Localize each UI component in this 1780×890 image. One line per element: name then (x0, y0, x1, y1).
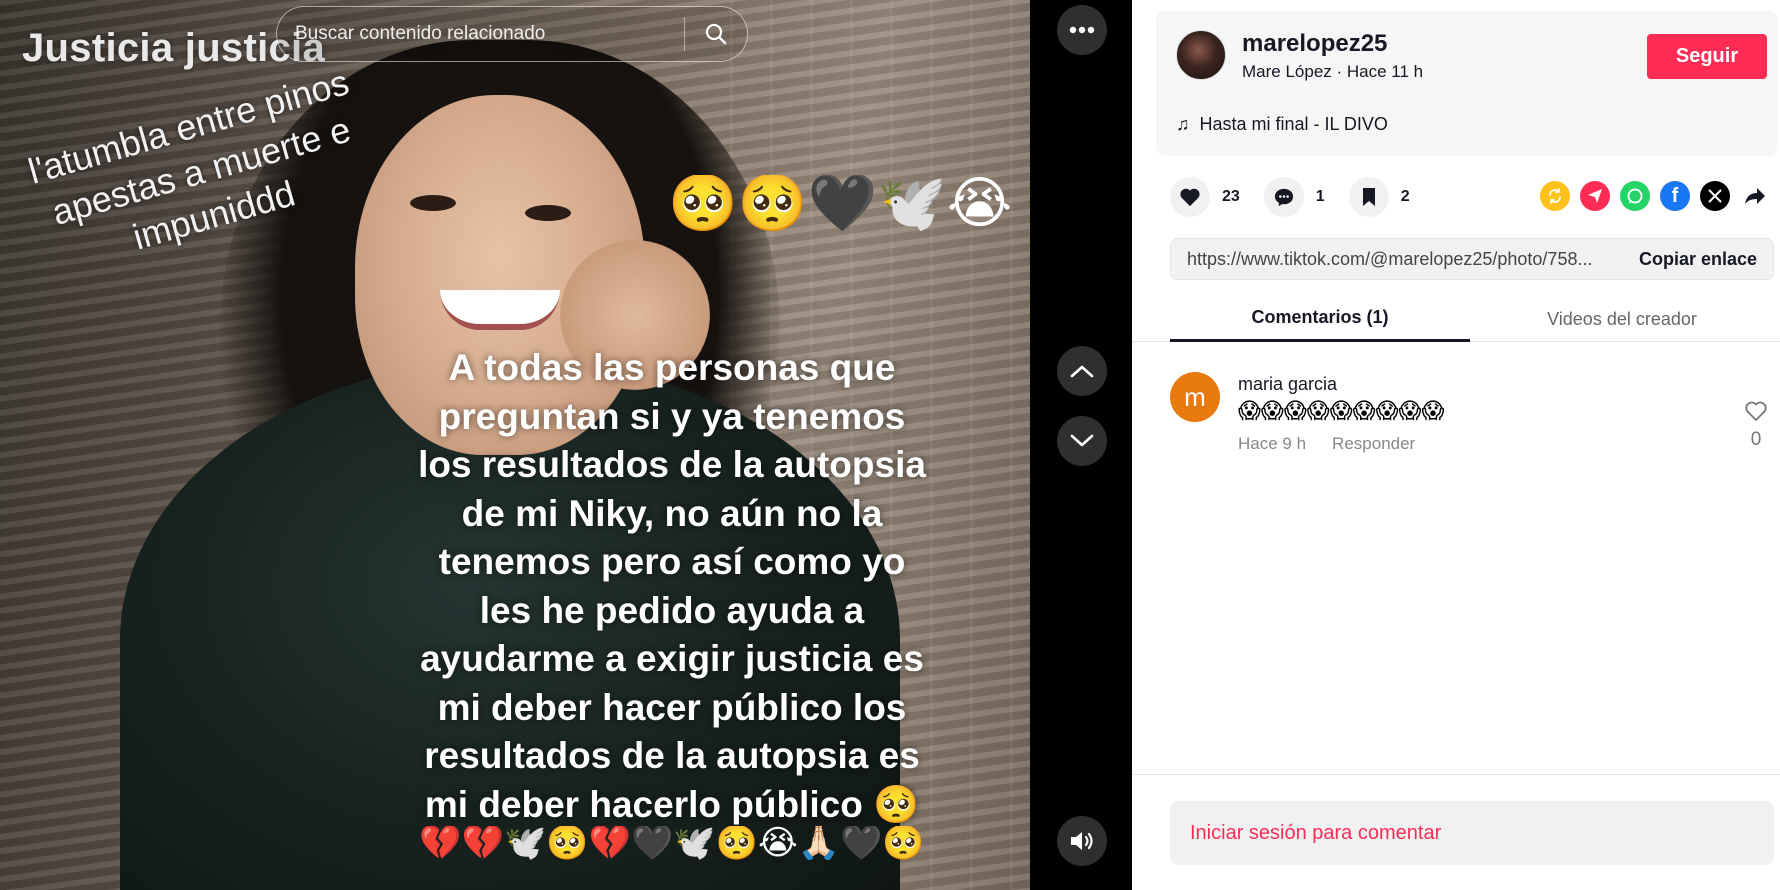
caption-line: mi deber hacer público los (437, 686, 907, 728)
heart-outline-icon (1745, 401, 1767, 422)
post-link-url[interactable]: https://www.tiktok.com/@marelopez25/phot… (1171, 249, 1623, 270)
author-avatar[interactable] (1176, 30, 1226, 80)
comment-like-count: 0 (1750, 429, 1762, 450)
caption-line: les he pedido ayuda a (479, 589, 865, 631)
chevron-down-icon (1070, 434, 1094, 447)
caption-line: A todas las personas que (448, 347, 896, 388)
copy-link-button[interactable]: Copiar enlace (1623, 249, 1773, 270)
previous-post-button[interactable] (1057, 346, 1107, 396)
reply-button[interactable]: Responder (1332, 434, 1415, 454)
heart-icon (1180, 188, 1200, 207)
photo-eye-left (410, 195, 456, 211)
post-link-box: https://www.tiktok.com/@marelopez25/phot… (1170, 238, 1774, 280)
caption-line: resultados de la autopsia es (424, 735, 920, 776)
more-dots-icon (1069, 26, 1095, 34)
music-title: Hasta mi final - IL DIVO (1199, 114, 1388, 134)
more-options-button[interactable] (1057, 5, 1107, 55)
comment-text: 😱😱😱😱😱😱😱😱😱 (1238, 398, 1445, 423)
send-glyph (1588, 189, 1602, 203)
whatsapp-glyph (1627, 188, 1643, 204)
repost-icon[interactable] (1540, 181, 1570, 211)
author-subtitle: Mare López · Hace 11 h (1242, 62, 1424, 81)
comment-icon-wrap (1263, 177, 1304, 217)
photo-eye-right (525, 205, 571, 221)
caption-emoji-line: 💔💔🕊️🥺💔🖤🕊️🥺😭🙏🏻🖤🥺 (419, 826, 925, 860)
media-area: Justicia justicia l'atumbla entre pinos … (0, 0, 1132, 890)
caption-line: mi deber hacerlo público 🥺 (424, 783, 920, 825)
caption-line: ayudarme a exigir justicia es (420, 638, 924, 679)
heart-icon-wrap (1170, 177, 1210, 217)
facebook-glyph: f (1671, 184, 1679, 207)
save-count: 2 (1400, 188, 1410, 205)
emoji-overlay: 🥺🥺🖤🕊️😭 (668, 175, 1013, 231)
chevron-up-icon (1070, 365, 1094, 378)
panel-tabs: Comentarios (1) Videos del creador (1132, 296, 1780, 342)
next-post-button[interactable] (1057, 416, 1107, 466)
follow-button[interactable]: Seguir (1647, 34, 1767, 79)
commenter-avatar[interactable]: m (1170, 372, 1220, 422)
x-glyph (1708, 189, 1722, 203)
comment-icon (1274, 188, 1293, 207)
post-photo[interactable]: Justicia justicia l'atumbla entre pinos … (0, 0, 1030, 890)
music-note-icon: ♫ (1176, 114, 1190, 134)
music-link[interactable]: ♫ Hasta mi final - IL DIVO (1176, 114, 1388, 135)
caption-overlay: A todas las personas que preguntan si y … (392, 344, 952, 829)
search-button[interactable] (685, 7, 747, 61)
commenter-username[interactable]: maria garcia (1238, 374, 1337, 395)
send-icon[interactable] (1580, 181, 1610, 211)
x-icon[interactable] (1700, 181, 1730, 211)
comment-meta: Hace 9 h Responder (1238, 434, 1415, 454)
bookmark-icon (1362, 188, 1375, 206)
bottom-divider (1132, 774, 1780, 775)
engagement-actions: 23 1 2 (1170, 175, 1434, 219)
comment-button[interactable]: 1 (1263, 177, 1325, 217)
tab-comments[interactable]: Comentarios (1) (1170, 296, 1470, 342)
caption-line: preguntan si y ya tenemos (438, 395, 906, 437)
tiktok-photo-viewer: Justicia justicia l'atumbla entre pinos … (0, 0, 1780, 890)
login-to-comment-button[interactable]: Iniciar sesión para comentar (1170, 801, 1774, 865)
share-arrow-icon[interactable] (1740, 181, 1770, 211)
comment-count: 1 (1315, 188, 1325, 205)
search-icon (705, 23, 727, 45)
whatsapp-icon[interactable] (1620, 181, 1650, 211)
save-button[interactable]: 2 (1348, 177, 1410, 217)
author-card: marelopez25 Mare López · Hace 11 h Segui… (1156, 10, 1778, 156)
bookmark-icon-wrap (1348, 177, 1389, 217)
caption-line: los resultados de la autopsia (418, 444, 926, 485)
volume-button[interactable] (1057, 816, 1107, 866)
share-arrow-glyph (1745, 188, 1765, 204)
comment-item: m maria garcia 😱😱😱😱😱😱😱😱😱 Hace 9 h Respon… (1170, 370, 1770, 460)
like-count: 23 (1222, 188, 1240, 205)
volume-icon (1071, 832, 1093, 850)
comment-time: Hace 9 h (1238, 434, 1307, 453)
search-input[interactable] (277, 7, 684, 61)
facebook-icon[interactable]: f (1660, 181, 1690, 211)
caption-line: tenemos pero así como yo (438, 541, 906, 582)
repost-glyph (1549, 188, 1561, 204)
comment-like-button[interactable]: 0 (1736, 400, 1776, 451)
share-options: f (1540, 181, 1770, 211)
details-panel: marelopez25 Mare López · Hace 11 h Segui… (1132, 0, 1780, 890)
caption-line: de mi Niky, no aún no la (461, 492, 883, 534)
related-search-bar (276, 6, 748, 62)
author-username[interactable]: marelopez25 (1242, 30, 1387, 58)
tab-creator-videos[interactable]: Videos del creador (1472, 296, 1772, 342)
like-button[interactable]: 23 (1170, 177, 1240, 217)
